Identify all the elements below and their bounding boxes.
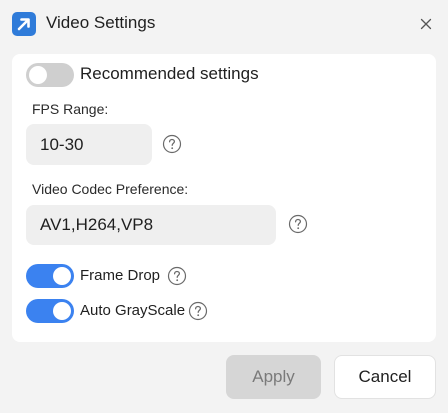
recommended-settings-label: Recommended settings [80, 64, 259, 83]
apply-button[interactable]: Apply [226, 355, 321, 399]
auto-grayscale-label: Auto GrayScale [80, 302, 186, 319]
auto-grayscale-help-icon[interactable] [188, 301, 208, 321]
title-bar: Video Settings [0, 0, 448, 48]
codec-preference-input[interactable]: AV1,H264,VP8 [26, 205, 276, 245]
codec-preference-label: Video Codec Preference: [32, 181, 189, 197]
close-button[interactable] [414, 12, 438, 36]
toggle-knob [53, 267, 71, 285]
recommended-settings-toggle[interactable] [26, 63, 74, 87]
fps-range-label: FPS Range: [32, 101, 109, 117]
codec-help-icon[interactable] [288, 214, 308, 234]
video-settings-dialog: Video Settings Recommended settings FPS … [0, 0, 448, 413]
app-arrow-icon [12, 12, 36, 36]
toggle-knob [53, 302, 71, 320]
frame-drop-toggle[interactable] [26, 264, 74, 288]
toggle-knob [29, 66, 47, 84]
fps-range-input[interactable]: 10-30 [26, 124, 152, 165]
frame-drop-help-icon[interactable] [167, 266, 187, 286]
close-icon [420, 18, 432, 30]
frame-drop-label: Frame Drop [80, 267, 161, 284]
auto-grayscale-toggle[interactable] [26, 299, 74, 323]
window-title: Video Settings [46, 13, 156, 32]
fps-help-icon[interactable] [162, 134, 182, 154]
settings-panel: Recommended settings FPS Range: 10-30 Vi… [12, 54, 436, 342]
cancel-button[interactable]: Cancel [334, 355, 436, 399]
